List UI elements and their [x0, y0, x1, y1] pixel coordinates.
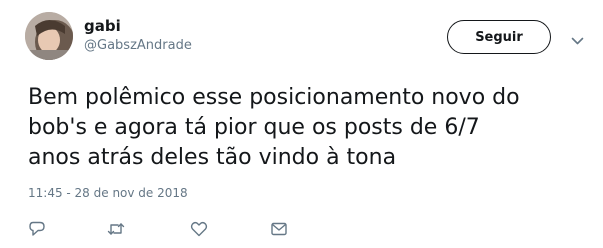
follow-button[interactable]: Seguir: [447, 20, 551, 54]
retweet-icon[interactable]: [107, 220, 125, 238]
reply-icon[interactable]: [28, 220, 46, 238]
chevron-down-icon[interactable]: [571, 31, 584, 45]
avatar-image: [25, 12, 73, 60]
envelope-icon[interactable]: [270, 220, 288, 238]
tweet-text: Bem polêmico esse posicionamento novo do…: [28, 85, 520, 170]
heart-icon[interactable]: [190, 220, 208, 238]
tweet-timestamp[interactable]: 11:45 - 28 de nov de 2018: [28, 186, 188, 200]
user-name[interactable]: gabi: [84, 17, 121, 35]
avatar[interactable]: [25, 12, 73, 60]
user-handle[interactable]: @GabszAndrade: [84, 38, 192, 54]
